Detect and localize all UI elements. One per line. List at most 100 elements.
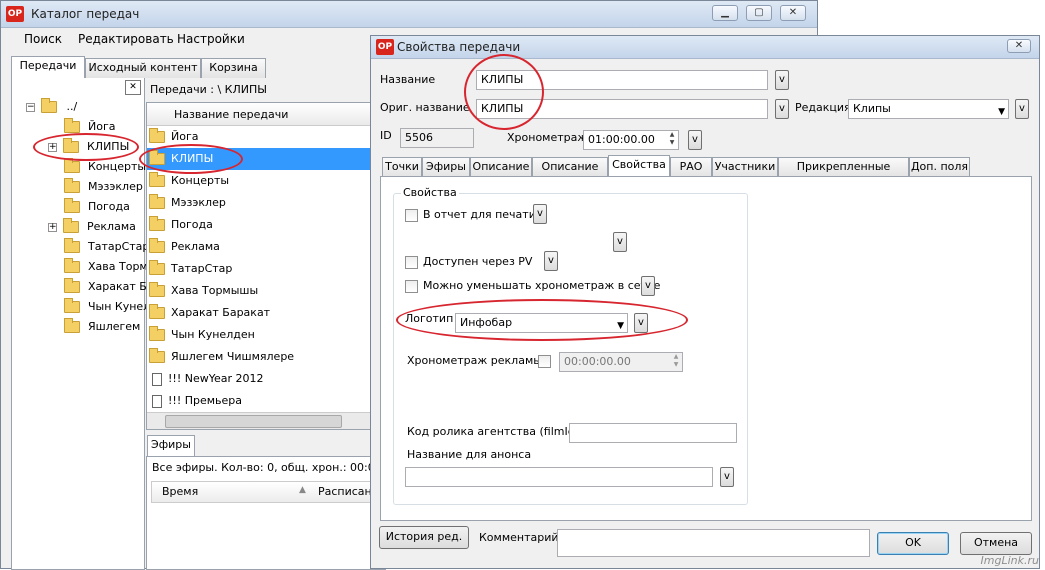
tab-efiry[interactable]: Эфиры xyxy=(147,435,195,457)
minimize-icon[interactable]: ▁ xyxy=(712,5,738,21)
logo-extra-button[interactable]: v xyxy=(634,313,648,333)
list-item[interactable]: Чын Кунелден xyxy=(147,324,385,346)
tree-item[interactable]: Концерты xyxy=(64,158,146,176)
pv-button[interactable]: v xyxy=(544,251,558,271)
list-item-label: Хава Тормышы xyxy=(171,284,259,297)
orig-name-input[interactable]: КЛИПЫ xyxy=(476,99,768,119)
menu-settings[interactable]: Настройки xyxy=(177,32,245,46)
expand-icon[interactable]: + xyxy=(48,222,57,232)
history-button[interactable]: История ред. xyxy=(379,526,469,549)
tab-rao[interactable]: РАО xyxy=(670,157,712,177)
tree-item[interactable]: + Реклама xyxy=(48,218,136,236)
tab-peredachi[interactable]: Передачи xyxy=(11,56,85,78)
list-item[interactable]: Яшлегем Чишмялере xyxy=(147,346,385,368)
document-icon xyxy=(152,372,162,386)
reduce-chrono-checkbox[interactable] xyxy=(405,280,418,293)
tree-item[interactable]: Яшлегем xyxy=(64,318,140,336)
close-icon[interactable]: ✕ xyxy=(1007,39,1031,53)
list-item[interactable]: !!! NewYear 2012 xyxy=(147,368,385,390)
tab-attached-files[interactable]: Прикрепленные файлы xyxy=(778,157,909,191)
comment-input[interactable] xyxy=(557,529,870,557)
properties-dialog: ОР Свойства передачи ✕ Название КЛИПЫ v … xyxy=(370,35,1040,569)
list-item[interactable]: Йога xyxy=(147,126,385,148)
list-item[interactable]: Погода xyxy=(147,214,385,236)
chrono-spinner[interactable]: ▲ ▼ xyxy=(666,131,678,149)
print-report-button[interactable]: v xyxy=(533,204,547,224)
print-report-checkbox[interactable] xyxy=(405,209,418,222)
menu-edit[interactable]: Редактировать xyxy=(78,32,174,46)
list-column-header[interactable]: Название передачи xyxy=(147,103,385,126)
anons-dropdown-button[interactable]: v xyxy=(720,467,734,487)
list-item[interactable]: ТатарСтар xyxy=(147,258,385,280)
ok-button[interactable]: OK xyxy=(877,532,949,555)
cancel-button[interactable]: Отмена xyxy=(960,532,1032,555)
list-item[interactable]: Харакат Баракат xyxy=(147,302,385,324)
folder-icon xyxy=(64,198,80,213)
chrono-input[interactable]: 01:00:00.00 xyxy=(583,130,679,150)
tab-svoistva[interactable]: Свойства xyxy=(608,155,670,177)
ad-chrono-input[interactable]: 00:00:00.00 xyxy=(559,352,683,372)
redakciya-select[interactable]: Клипы ▼ xyxy=(848,99,1009,119)
tab-tochki[interactable]: Точки xyxy=(382,157,422,177)
ad-chrono-spinner[interactable]: ▲ ▼ xyxy=(670,353,682,371)
pv-checkbox[interactable] xyxy=(405,256,418,269)
pv-label: Доступен через PV xyxy=(423,255,533,268)
tree-item[interactable]: Чын Кунел xyxy=(64,298,150,316)
folder-icon xyxy=(64,238,80,253)
list-item[interactable]: Хава Тормышы xyxy=(147,280,385,302)
properties-titlebar[interactable]: ОР Свойства передачи ✕ xyxy=(371,36,1039,59)
orig-name-dropdown-button[interactable]: v xyxy=(775,99,789,119)
list-item-label: Харакат Баракат xyxy=(171,306,271,319)
menu-search[interactable]: Поиск xyxy=(24,32,62,46)
tree-item[interactable]: Харакат Б xyxy=(64,278,147,296)
folder-icon xyxy=(64,258,80,273)
tree-item[interactable]: ТатарСтар xyxy=(64,238,149,256)
tree-item[interactable]: Хава Торм xyxy=(64,258,148,276)
tree-close-icon[interactable]: ✕ xyxy=(125,80,141,95)
tab-efiry[interactable]: Эфиры xyxy=(422,157,470,177)
close-icon[interactable]: ✕ xyxy=(780,5,806,21)
film-id-input[interactable] xyxy=(569,423,737,443)
list-item[interactable]: Мэзэклер xyxy=(147,192,385,214)
maximize-icon[interactable]: ▢ xyxy=(746,5,772,21)
list-item-selected[interactable]: КЛИПЫ xyxy=(147,148,385,170)
list-item-label: ТатарСтар xyxy=(171,262,233,275)
tree-item[interactable]: Погода xyxy=(64,198,130,216)
properties-title: Свойства передачи xyxy=(397,40,521,54)
collapse-icon[interactable]: − xyxy=(26,102,35,112)
tab-uchastniki[interactable]: Участники xyxy=(712,157,778,177)
redakciya-label: Редакция xyxy=(795,101,851,114)
name-dropdown-button[interactable]: v xyxy=(775,70,789,90)
tab-opisanie[interactable]: Описание xyxy=(470,157,532,177)
tree-root[interactable]: − ../ xyxy=(26,98,77,116)
horizontal-scrollbar[interactable] xyxy=(147,412,385,429)
name-input[interactable]: КЛИПЫ xyxy=(476,70,768,90)
tree-item[interactable]: Йога xyxy=(64,118,115,136)
list-item-label: Погода xyxy=(171,218,213,231)
catalog-titlebar[interactable]: ОР Каталог передач ▁ ▢ ✕ xyxy=(1,1,817,28)
extra-dropdown-button[interactable]: v xyxy=(613,232,627,252)
folder-icon xyxy=(63,138,79,153)
tree-item[interactable]: + КЛИПЫ xyxy=(48,138,129,156)
tab-trash[interactable]: Корзина xyxy=(201,58,266,78)
id-label: ID xyxy=(380,129,392,142)
tab-source-content[interactable]: Исходный контент xyxy=(85,58,201,78)
anons-input[interactable] xyxy=(405,467,713,487)
tab-extra-fields[interactable]: Доп. поля xyxy=(909,157,970,177)
expand-icon[interactable]: + xyxy=(48,142,57,152)
list-item[interactable]: Концерты xyxy=(147,170,385,192)
list-item[interactable]: Реклама xyxy=(147,236,385,258)
redakciya-extra-button[interactable]: v xyxy=(1015,99,1029,119)
list-item[interactable]: !!! Премьера xyxy=(147,390,385,412)
reduce-chrono-button[interactable]: v xyxy=(641,276,655,296)
watermark: ImgLink.ru xyxy=(980,554,1039,567)
chrono-dropdown-button[interactable]: v xyxy=(688,130,702,150)
scrollbar-thumb[interactable] xyxy=(165,415,342,428)
tab-opisanie-2[interactable]: Описание (2) xyxy=(532,157,608,191)
tree-item[interactable]: Мэзэклер xyxy=(64,178,143,196)
folder-icon xyxy=(64,158,80,173)
column-time[interactable]: Время xyxy=(162,485,198,498)
logo-select[interactable]: Инфобар ▼ xyxy=(455,313,628,333)
ad-chrono-checkbox[interactable] xyxy=(538,355,551,368)
document-icon xyxy=(152,394,162,408)
